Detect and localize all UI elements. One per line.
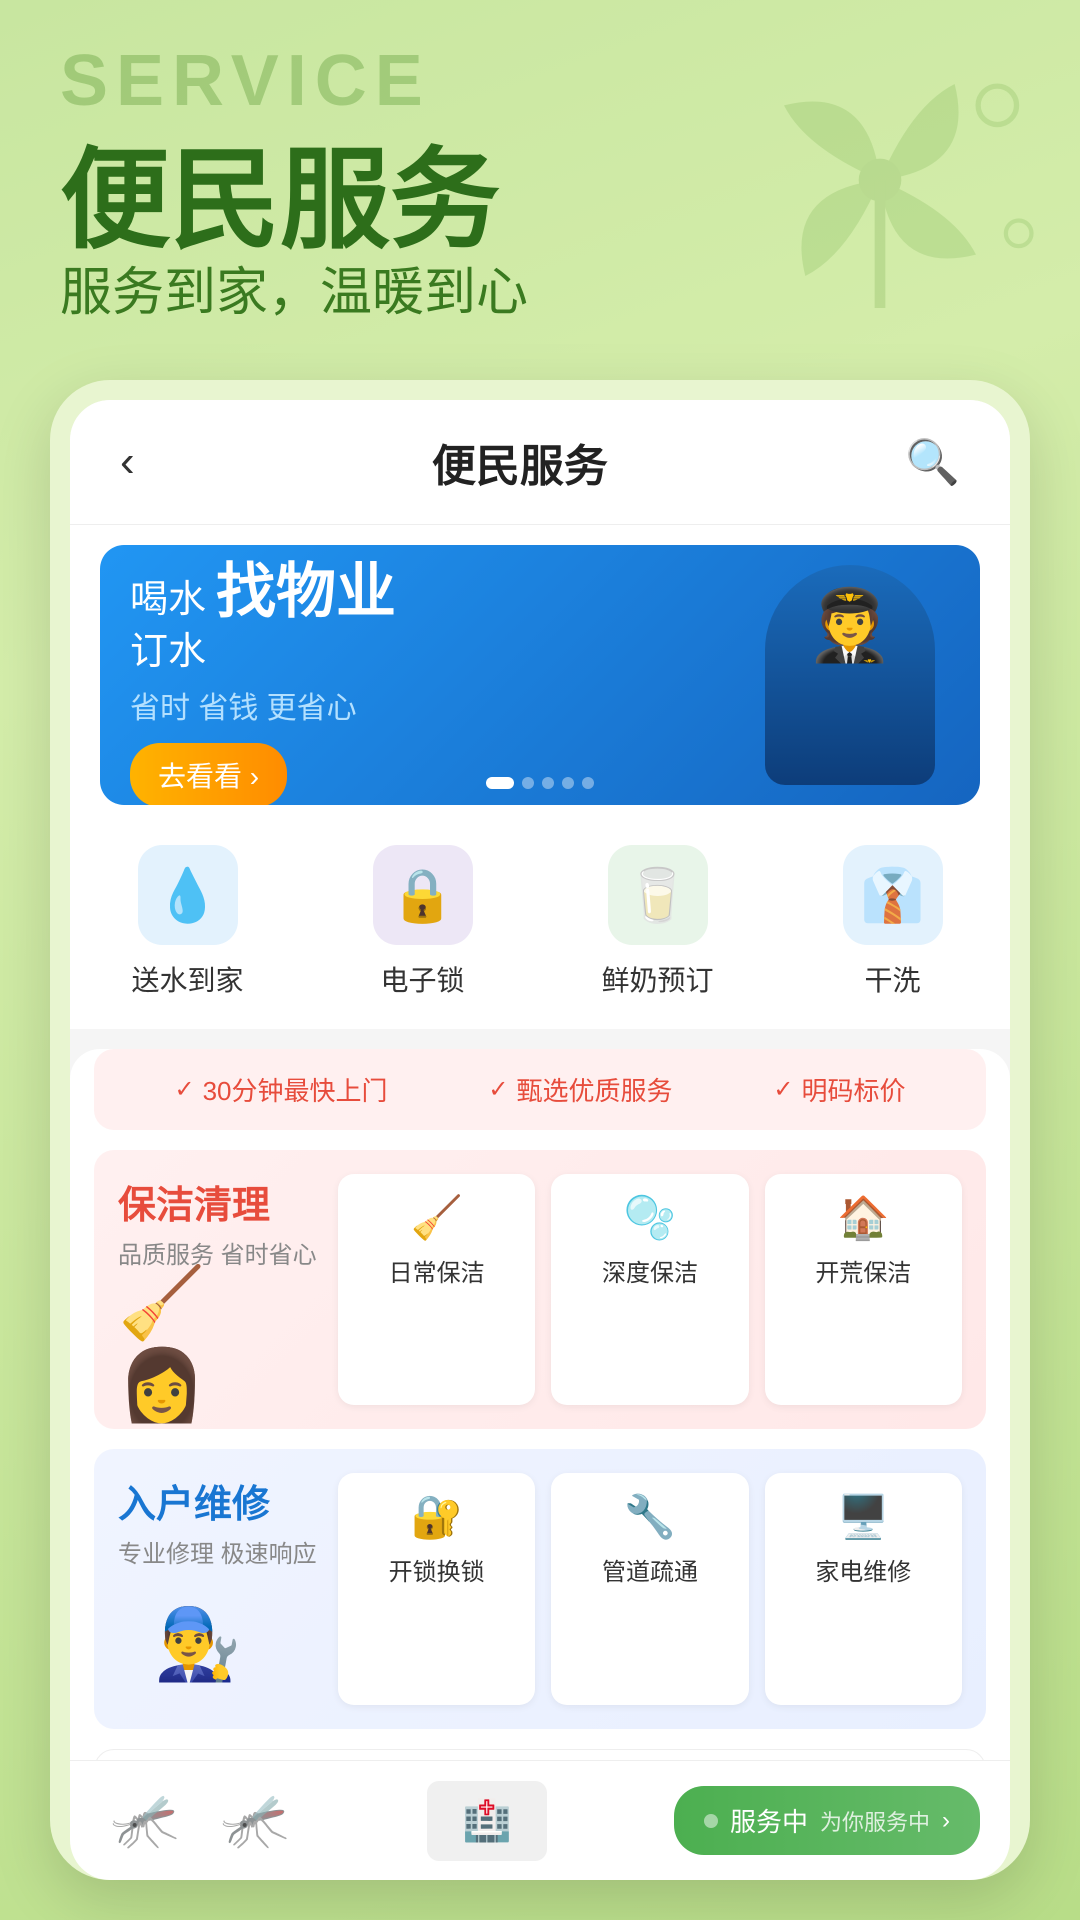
elock-icon: 🔒 — [373, 845, 473, 945]
dot-4 — [562, 777, 574, 789]
phone-inner: ‹ 便民服务 🔍 喝水 找物业 订水 省时 省钱 更省心 去看看 › — [70, 400, 1010, 1860]
daily-cleaning-btn[interactable]: 🧹 日常保洁 — [338, 1174, 535, 1405]
milk-label: 鲜奶预订 — [601, 959, 713, 999]
cleaning-services-grid: 🧹 日常保洁 🫧 深度保洁 🏠 开荒保洁 — [338, 1174, 962, 1405]
repair-services-grid: 🔐 开锁换锁 🔧 管道疏通 🖥️ 家电维修 — [338, 1473, 962, 1704]
repair-title: 入户维修 — [118, 1473, 318, 1528]
dot-2 — [522, 777, 534, 789]
tag-quality-label: 甄选优质服务 — [517, 1071, 673, 1108]
locksmith-icon: 🔐 — [411, 1493, 463, 1542]
banner-tagline: 省时 省钱 更省心 — [130, 683, 750, 727]
back-button[interactable]: ‹ — [120, 437, 135, 487]
banner-dots — [486, 777, 594, 789]
quick-item-milk[interactable]: 🥛 鲜奶预订 — [540, 845, 775, 999]
service-active-label: 服务中 — [730, 1802, 808, 1839]
service-thumbnail: 🏥 — [427, 1781, 547, 1861]
milk-icon: 🥛 — [608, 845, 708, 945]
mosquito-icon-1: 🦟 — [100, 1776, 190, 1861]
daily-cleaning-icon: 🧹 — [411, 1194, 463, 1243]
appliance-repair-label: 家电维修 — [815, 1552, 911, 1587]
locksmith-label: 开锁换锁 — [389, 1552, 485, 1587]
service-active-sublabel: 为你服务中 — [820, 1805, 930, 1837]
cleaning-title: 保洁清理 — [118, 1174, 318, 1229]
cleaning-section: 保洁清理 品质服务 省时省心 🧹👩 🧹 日常保洁 🫧 深度保洁 — [94, 1150, 986, 1429]
banner-text-area: 喝水 找物业 订水 省时 省钱 更省心 去看看 › — [130, 545, 750, 805]
search-button[interactable]: 🔍 — [905, 436, 960, 488]
move-cleaning-label: 开荒保洁 — [815, 1253, 911, 1288]
elock-label: 电子锁 — [380, 959, 464, 999]
bottom-bar: 🦟 🦟 🏥 服务中 为你服务中 › — [70, 1760, 1010, 1860]
tag-price-label: 明码标价 — [802, 1071, 906, 1108]
pest-icons-area: 🦟 🦟 — [100, 1776, 300, 1861]
quick-item-elock[interactable]: 🔒 电子锁 — [305, 845, 540, 999]
page-title: 便民服务 — [432, 430, 608, 494]
appliance-repair-icon: 🖥️ — [837, 1493, 889, 1542]
promo-banner[interactable]: 喝水 找物业 订水 省时 省钱 更省心 去看看 › 🧑‍✈️ — [100, 545, 980, 805]
dryclean-icon: 👔 — [843, 845, 943, 945]
tag-speed-label: 30分钟最快上门 — [203, 1071, 388, 1108]
banner-container: 喝水 找物业 订水 省时 省钱 更省心 去看看 › 🧑‍✈️ — [70, 525, 1010, 825]
repair-section: 入户维修 专业修理 极速响应 👨‍🔧 🔐 开锁换锁 🔧 管道疏通 — [94, 1449, 986, 1728]
pinwheel-decoration — [720, 20, 1040, 340]
tag-quality: ✓ 甄选优质服务 — [488, 1071, 672, 1108]
deep-cleaning-icon: 🫧 — [624, 1194, 676, 1243]
pipe-icon: 🔧 — [624, 1493, 676, 1542]
deep-cleaning-btn[interactable]: 🫧 深度保洁 — [551, 1174, 748, 1405]
main-title: 便民服务 — [60, 110, 500, 270]
cleaning-info: 保洁清理 品质服务 省时省心 🧹👩 — [118, 1174, 318, 1405]
pipe-label: 管道疏通 — [602, 1552, 698, 1587]
banner-image: 🧑‍✈️ — [750, 555, 950, 795]
chip-indicator — [704, 1814, 718, 1828]
chevron-right-icon: › — [942, 1807, 950, 1835]
water-label: 送水到家 — [131, 959, 243, 999]
repair-person-icon: 👨‍🔧 — [118, 1585, 278, 1705]
mosquito-icon-2: 🦟 — [210, 1776, 300, 1861]
tags-bar: ✓ 30分钟最快上门 ✓ 甄选优质服务 ✓ 明码标价 — [94, 1049, 986, 1130]
repair-info: 入户维修 专业修理 极速响应 👨‍🔧 — [118, 1473, 318, 1704]
app-header: ‹ 便民服务 🔍 — [70, 400, 1010, 525]
dot-3 — [542, 777, 554, 789]
move-cleaning-icon: 🏠 — [837, 1194, 889, 1243]
service-active-chip[interactable]: 服务中 为你服务中 › — [674, 1786, 980, 1855]
main-subtitle: 服务到家，温暖到心 — [60, 250, 528, 325]
water-icon: 💧 — [138, 845, 238, 945]
pipe-btn[interactable]: 🔧 管道疏通 — [551, 1473, 748, 1704]
deep-cleaning-label: 深度保洁 — [602, 1253, 698, 1288]
tag-speed: ✓ 30分钟最快上门 — [174, 1071, 387, 1108]
daily-cleaning-label: 日常保洁 — [389, 1253, 485, 1288]
dot-1 — [486, 777, 514, 789]
locksmith-btn[interactable]: 🔐 开锁换锁 — [338, 1473, 535, 1704]
services-area: ✓ 30分钟最快上门 ✓ 甄选优质服务 ✓ 明码标价 保洁清理 品质服务 省时 — [70, 1049, 1010, 1860]
banner-cta-button[interactable]: 去看看 › — [130, 743, 287, 805]
dryclean-label: 干洗 — [864, 959, 920, 999]
appliance-repair-btn[interactable]: 🖥️ 家电维修 — [765, 1473, 962, 1704]
tag-price: ✓ 明码标价 — [773, 1071, 905, 1108]
cleaning-person-icon: 🧹👩 — [118, 1285, 278, 1405]
quick-item-water[interactable]: 💧 送水到家 — [70, 845, 305, 999]
quick-access-grid: 💧 送水到家 🔒 电子锁 🥛 鲜奶预订 👔 干洗 — [70, 825, 1010, 1029]
banner-line1a: 喝水 — [130, 568, 206, 623]
phone-card: ‹ 便民服务 🔍 喝水 找物业 订水 省时 省钱 更省心 去看看 › — [50, 380, 1030, 1880]
dot-5 — [582, 777, 594, 789]
repair-desc: 专业修理 极速响应 — [118, 1536, 318, 1574]
quick-item-dryclean[interactable]: 👔 干洗 — [775, 845, 1010, 999]
banner-line2: 找物业 — [216, 545, 396, 630]
move-cleaning-btn[interactable]: 🏠 开荒保洁 — [765, 1174, 962, 1405]
